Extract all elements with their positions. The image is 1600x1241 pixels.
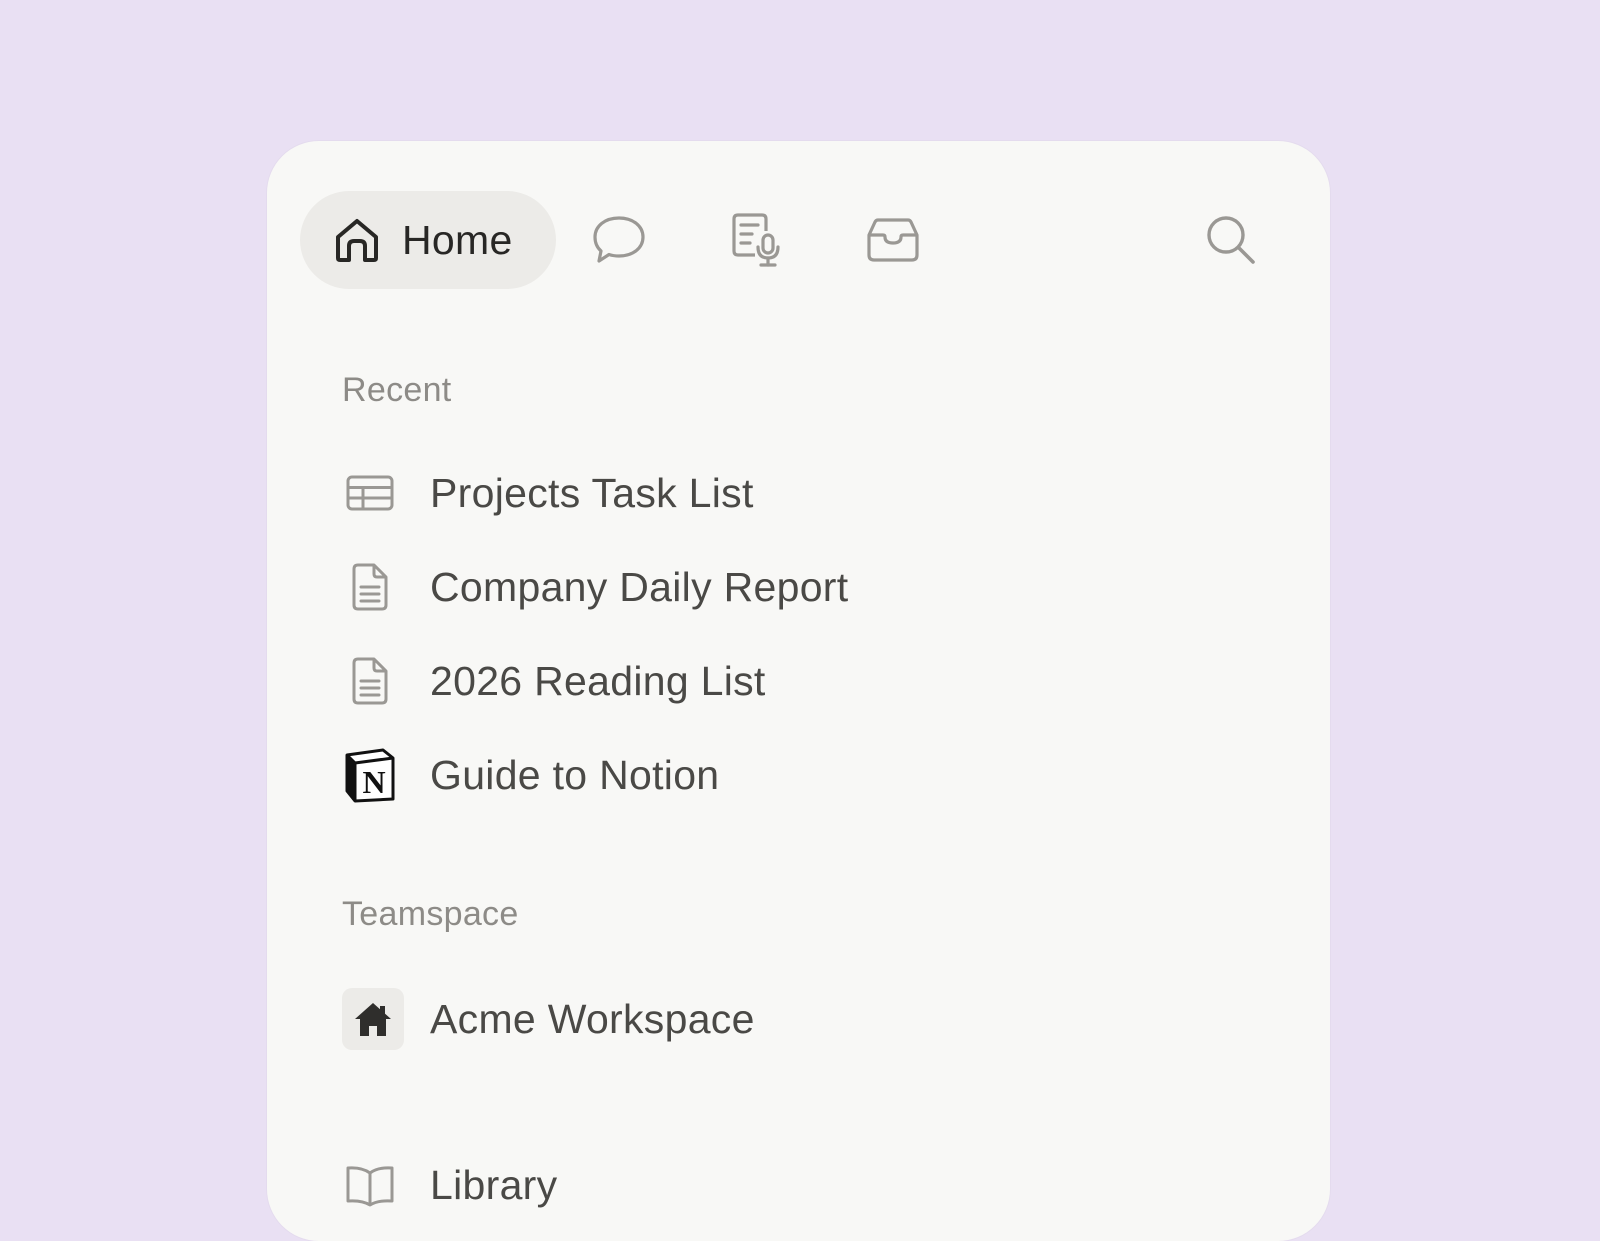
recent-item-label: Projects Task List (430, 469, 754, 516)
page-icon (342, 653, 398, 709)
recent-item-company-daily-report[interactable]: Company Daily Report (342, 555, 848, 619)
svg-text:N: N (362, 764, 385, 800)
meeting-notes-icon (732, 213, 780, 267)
library-label: Library (430, 1161, 558, 1208)
recent-item-guide-to-notion[interactable]: N Guide to Notion (342, 743, 719, 807)
recent-item-label: 2026 Reading List (430, 657, 766, 704)
table-icon (342, 465, 398, 521)
chat-bubble-icon (593, 216, 645, 263)
tab-chat[interactable] (589, 210, 649, 270)
tab-home-label: Home (402, 216, 513, 263)
search-icon (1207, 216, 1255, 264)
sidebar-panel: Home Recent Projects Task List Company D… (267, 141, 1330, 1241)
recent-item-label: Guide to Notion (430, 751, 720, 798)
inbox-icon (867, 218, 919, 262)
teamspace-item-label: Acme Workspace (430, 995, 755, 1042)
recent-item-label: Company Daily Report (430, 563, 849, 610)
tab-meeting-notes[interactable] (726, 210, 786, 270)
teamspace-section-label: Teamspace (342, 895, 519, 933)
top-tab-bar: Home (300, 191, 1297, 289)
house-icon (355, 1003, 391, 1036)
tab-inbox[interactable] (863, 210, 923, 270)
page-icon (342, 559, 398, 615)
recent-item-2026-reading-list[interactable]: 2026 Reading List (342, 649, 766, 713)
home-icon (336, 219, 378, 262)
notion-logo-icon: N (342, 747, 398, 803)
recent-item-projects-task-list[interactable]: Projects Task List (342, 461, 754, 525)
library-item[interactable]: Library (342, 1153, 557, 1217)
tab-home[interactable]: Home (300, 191, 556, 289)
recent-section-label: Recent (342, 371, 452, 409)
search-button[interactable] (1201, 210, 1261, 270)
teamspace-avatar (342, 988, 404, 1050)
teamspace-item-acme-workspace[interactable]: Acme Workspace (342, 987, 755, 1051)
book-icon (342, 1157, 398, 1213)
